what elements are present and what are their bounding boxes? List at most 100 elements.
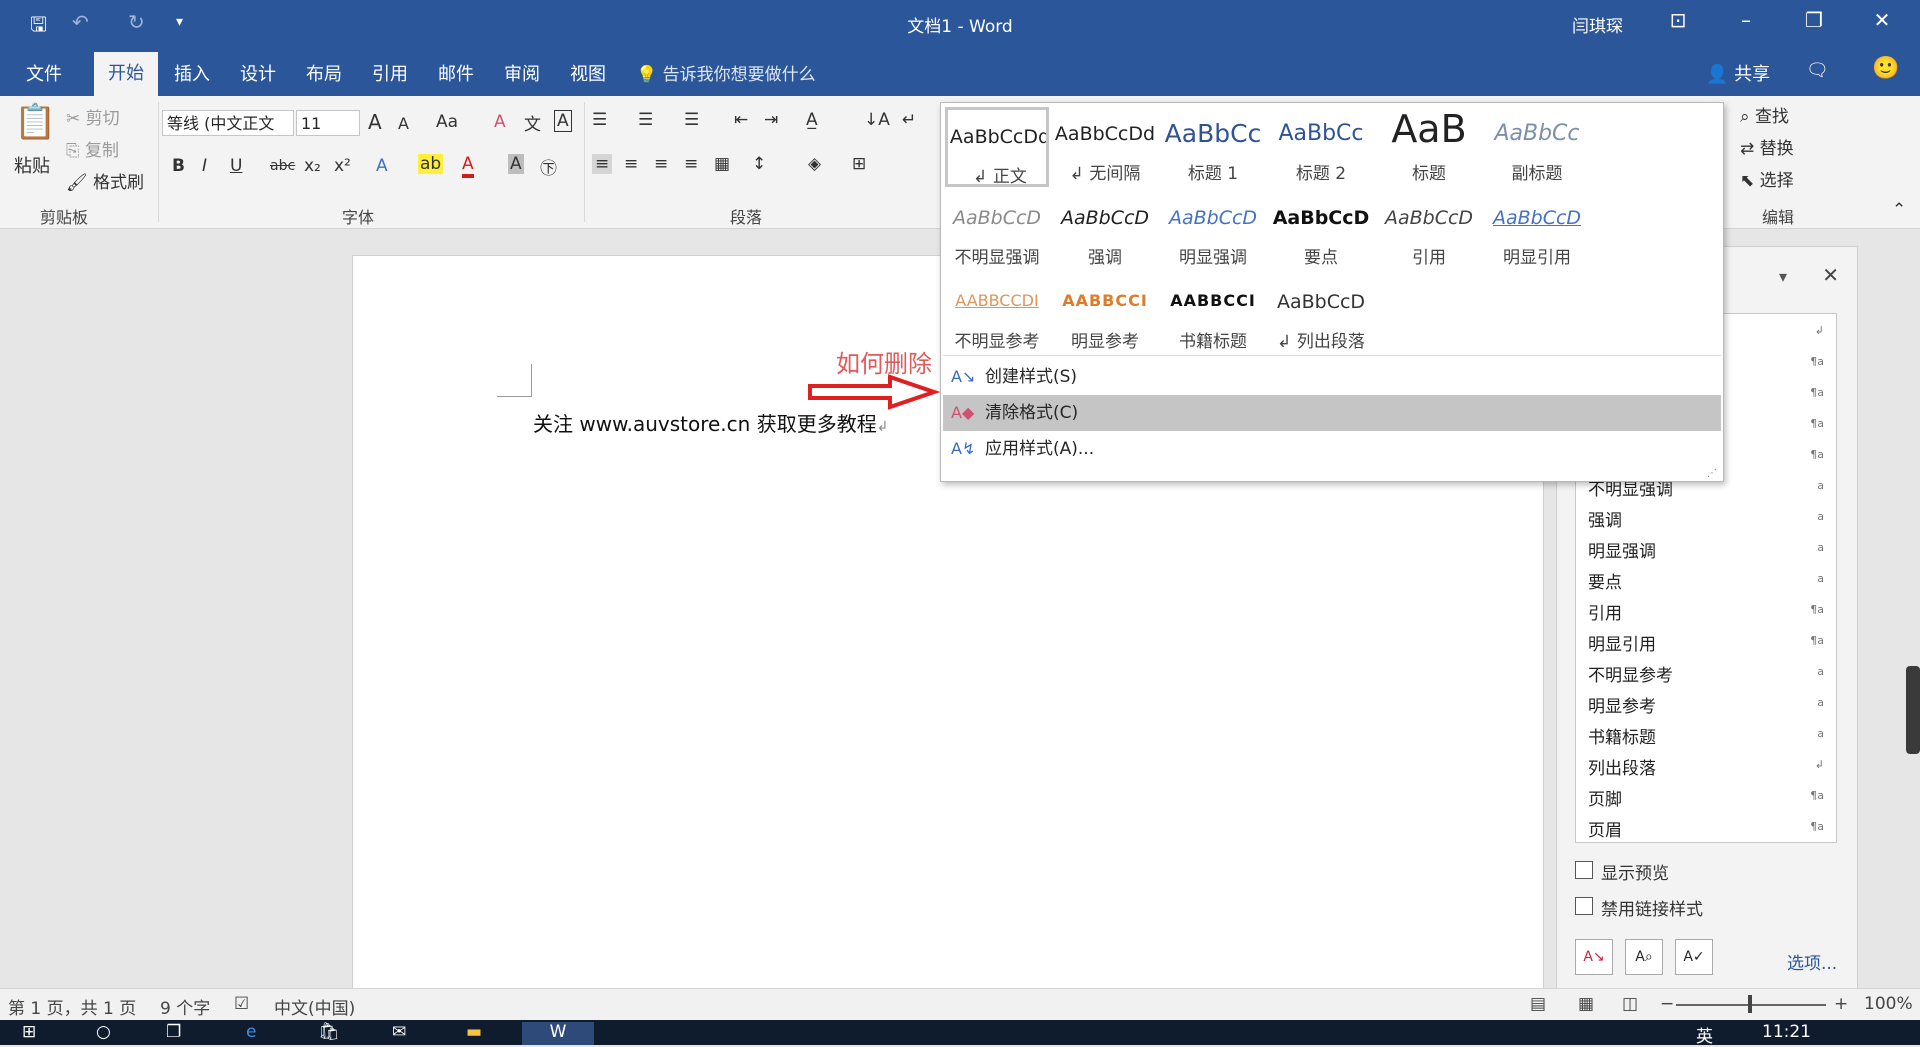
restore-icon[interactable]: ❐ [1794, 8, 1834, 32]
bullets-icon[interactable]: ☰ [592, 110, 607, 130]
decrease-indent-icon[interactable]: ⇤ [734, 110, 748, 130]
char-shading-icon[interactable]: A [508, 154, 524, 174]
multilevel-list-icon[interactable]: ☰ [684, 110, 699, 130]
strikethrough-button[interactable]: abc [270, 158, 295, 174]
bold-button[interactable]: B [172, 156, 185, 176]
tab-review[interactable]: 审阅 [504, 60, 540, 86]
task-view-icon[interactable]: ❐ [166, 1022, 181, 1042]
asian-layout-icon[interactable]: A̲ [806, 110, 818, 130]
windows-start-icon[interactable]: ⊞ [22, 1022, 36, 1042]
clear-formatting-item[interactable]: A◆ 清除格式(C) [943, 395, 1721, 431]
new-style-button[interactable]: A↘ [1575, 939, 1613, 975]
clear-formatting-icon[interactable]: A [494, 112, 506, 132]
tab-layout[interactable]: 布局 [306, 60, 342, 86]
select-button[interactable]: ⬉ 选择 [1740, 166, 1794, 191]
close-icon[interactable]: ✕ [1862, 8, 1902, 32]
style-list-item[interactable]: 页脚 ¶a [1576, 785, 1834, 813]
style-list-item[interactable]: 要点 a [1576, 568, 1834, 596]
tab-view[interactable]: 视图 [570, 60, 606, 86]
style-heading-1[interactable]: AaBbCc 标题 1 [1161, 107, 1265, 187]
font-size-box[interactable]: 11 [296, 110, 360, 136]
style-book-title[interactable]: AABBCCI 书籍标题 [1161, 275, 1265, 355]
apply-styles-item[interactable]: A↯ 应用样式(A)... [943, 431, 1721, 467]
style-list-item[interactable]: 列出段落 ↲ [1576, 754, 1834, 782]
increase-indent-icon[interactable]: ⇥ [764, 110, 778, 130]
folder-icon[interactable]: ▬ [466, 1022, 482, 1042]
create-style-item[interactable]: A↘ 创建样式(S) [943, 359, 1721, 395]
font-color-icon[interactable]: A [462, 154, 474, 178]
paste-icon[interactable]: 📋 [14, 102, 56, 142]
style-list-item[interactable]: 不明显参考 a [1576, 661, 1834, 689]
font-name-box[interactable]: 等线 (中文正文 [162, 110, 294, 136]
style-list-paragraph[interactable]: AaBbCcD ↲ 列出段落 [1269, 275, 1373, 355]
highlight-icon[interactable]: ab [418, 154, 444, 174]
word-count[interactable]: 9 个字 [160, 994, 210, 1019]
underline-button[interactable]: U [230, 156, 242, 176]
subscript-icon[interactable]: x₂ [304, 156, 321, 176]
style-list-item[interactable]: 书籍标题 a [1576, 723, 1834, 751]
side-scroll-handle[interactable] [1906, 666, 1920, 754]
style-quote[interactable]: AaBbCcD 引用 [1377, 191, 1481, 271]
borders-icon[interactable]: ⊞ [852, 154, 866, 174]
read-mode-icon[interactable]: ▤ [1530, 994, 1546, 1014]
style-intense-emphasis[interactable]: AaBbCcD 明显强调 [1161, 191, 1265, 271]
style-title[interactable]: AaB 标题 [1377, 107, 1481, 187]
store-icon[interactable]: 🛍 [318, 1022, 340, 1042]
minimize-icon[interactable]: – [1726, 8, 1766, 32]
style-normal[interactable]: AaBbCcDd ↲ 正文 [945, 107, 1049, 187]
style-emphasis[interactable]: AaBbCcD 强调 [1053, 191, 1157, 271]
style-intense-quote[interactable]: AaBbCcD 明显引用 [1485, 191, 1589, 271]
comments-icon[interactable]: 🗨 [1806, 60, 1829, 81]
edge-icon[interactable]: e [246, 1022, 256, 1042]
web-layout-icon[interactable]: ◫ [1622, 994, 1638, 1014]
options-link[interactable]: 选项... [1787, 949, 1837, 974]
pane-options-icon[interactable]: ▾ [1779, 267, 1787, 286]
style-inspector-button[interactable]: A⌕ [1625, 939, 1663, 975]
zoom-thumb[interactable] [1748, 995, 1752, 1013]
manage-styles-button[interactable]: A✓ [1675, 939, 1713, 975]
tab-file[interactable]: 文件 [26, 60, 62, 86]
align-left-icon[interactable]: ≡ [592, 154, 613, 174]
change-case-button[interactable]: Aa [436, 112, 458, 132]
paste-button[interactable]: 粘贴 [14, 152, 50, 178]
tab-mailings[interactable]: 邮件 [438, 60, 474, 86]
language[interactable]: 中文(中国) [274, 994, 355, 1019]
style-intense-reference[interactable]: AABBCCI 明显参考 [1053, 275, 1157, 355]
document-text[interactable]: 关注 www.auvstore.cn 获取更多教程↲ [533, 408, 888, 437]
ribbon-display-icon[interactable]: ⊡ [1658, 8, 1698, 32]
mail-icon[interactable]: ✉ [392, 1022, 406, 1042]
style-no-spacing[interactable]: AaBbCcDd ↲ 无间隔 [1053, 107, 1157, 187]
style-list-item[interactable]: 明显强调 a [1576, 537, 1834, 565]
enclose-char-icon[interactable]: ㊦ [540, 154, 557, 179]
line-spacing-icon[interactable]: ↕ [752, 154, 766, 174]
tab-insert[interactable]: 插入 [174, 60, 210, 86]
zoom-in-icon[interactable]: + [1834, 994, 1848, 1014]
disable-linked-checkbox[interactable] [1575, 897, 1593, 915]
align-center-icon[interactable]: ≡ [624, 154, 638, 174]
superscript-icon[interactable]: x² [334, 156, 351, 176]
collapse-ribbon-icon[interactable]: ⌃ [1892, 200, 1906, 220]
shading-icon[interactable]: ◈ [808, 154, 821, 174]
text-effects-icon[interactable]: A [376, 156, 388, 176]
word-taskbar-icon[interactable]: W [522, 1022, 594, 1045]
zoom-out-icon[interactable]: − [1660, 994, 1674, 1014]
numbering-icon[interactable]: ☰ [638, 110, 653, 130]
tab-home[interactable]: 开始 [94, 52, 158, 96]
align-right-icon[interactable]: ≡ [654, 154, 668, 174]
share-button[interactable]: 👤 共享 [1706, 60, 1770, 86]
clock[interactable]: 11:21 [1762, 1022, 1811, 1042]
format-painter-button[interactable]: 🖌 格式刷 [66, 168, 144, 193]
justify-icon[interactable]: ≡ [684, 154, 698, 174]
shrink-font-icon[interactable]: A [398, 114, 409, 133]
find-button[interactable]: ⌕ 查找 [1740, 102, 1789, 127]
style-subtitle[interactable]: AaBbCc 副标题 [1485, 107, 1589, 187]
replace-button[interactable]: ⇄ 替换 [1740, 134, 1794, 159]
style-list-item[interactable]: 明显参考 a [1576, 692, 1834, 720]
distributed-icon[interactable]: ▦ [714, 154, 730, 174]
style-subtle-emphasis[interactable]: AaBbCcD 不明显强调 [945, 191, 1049, 271]
cut-button[interactable]: ✂ 剪切 [66, 104, 120, 129]
char-border-icon[interactable]: A [554, 110, 572, 132]
tab-design[interactable]: 设计 [240, 60, 276, 86]
grow-font-icon[interactable]: A [368, 110, 382, 134]
tell-me-box[interactable]: 💡 告诉我你想要做什么 [636, 60, 816, 85]
